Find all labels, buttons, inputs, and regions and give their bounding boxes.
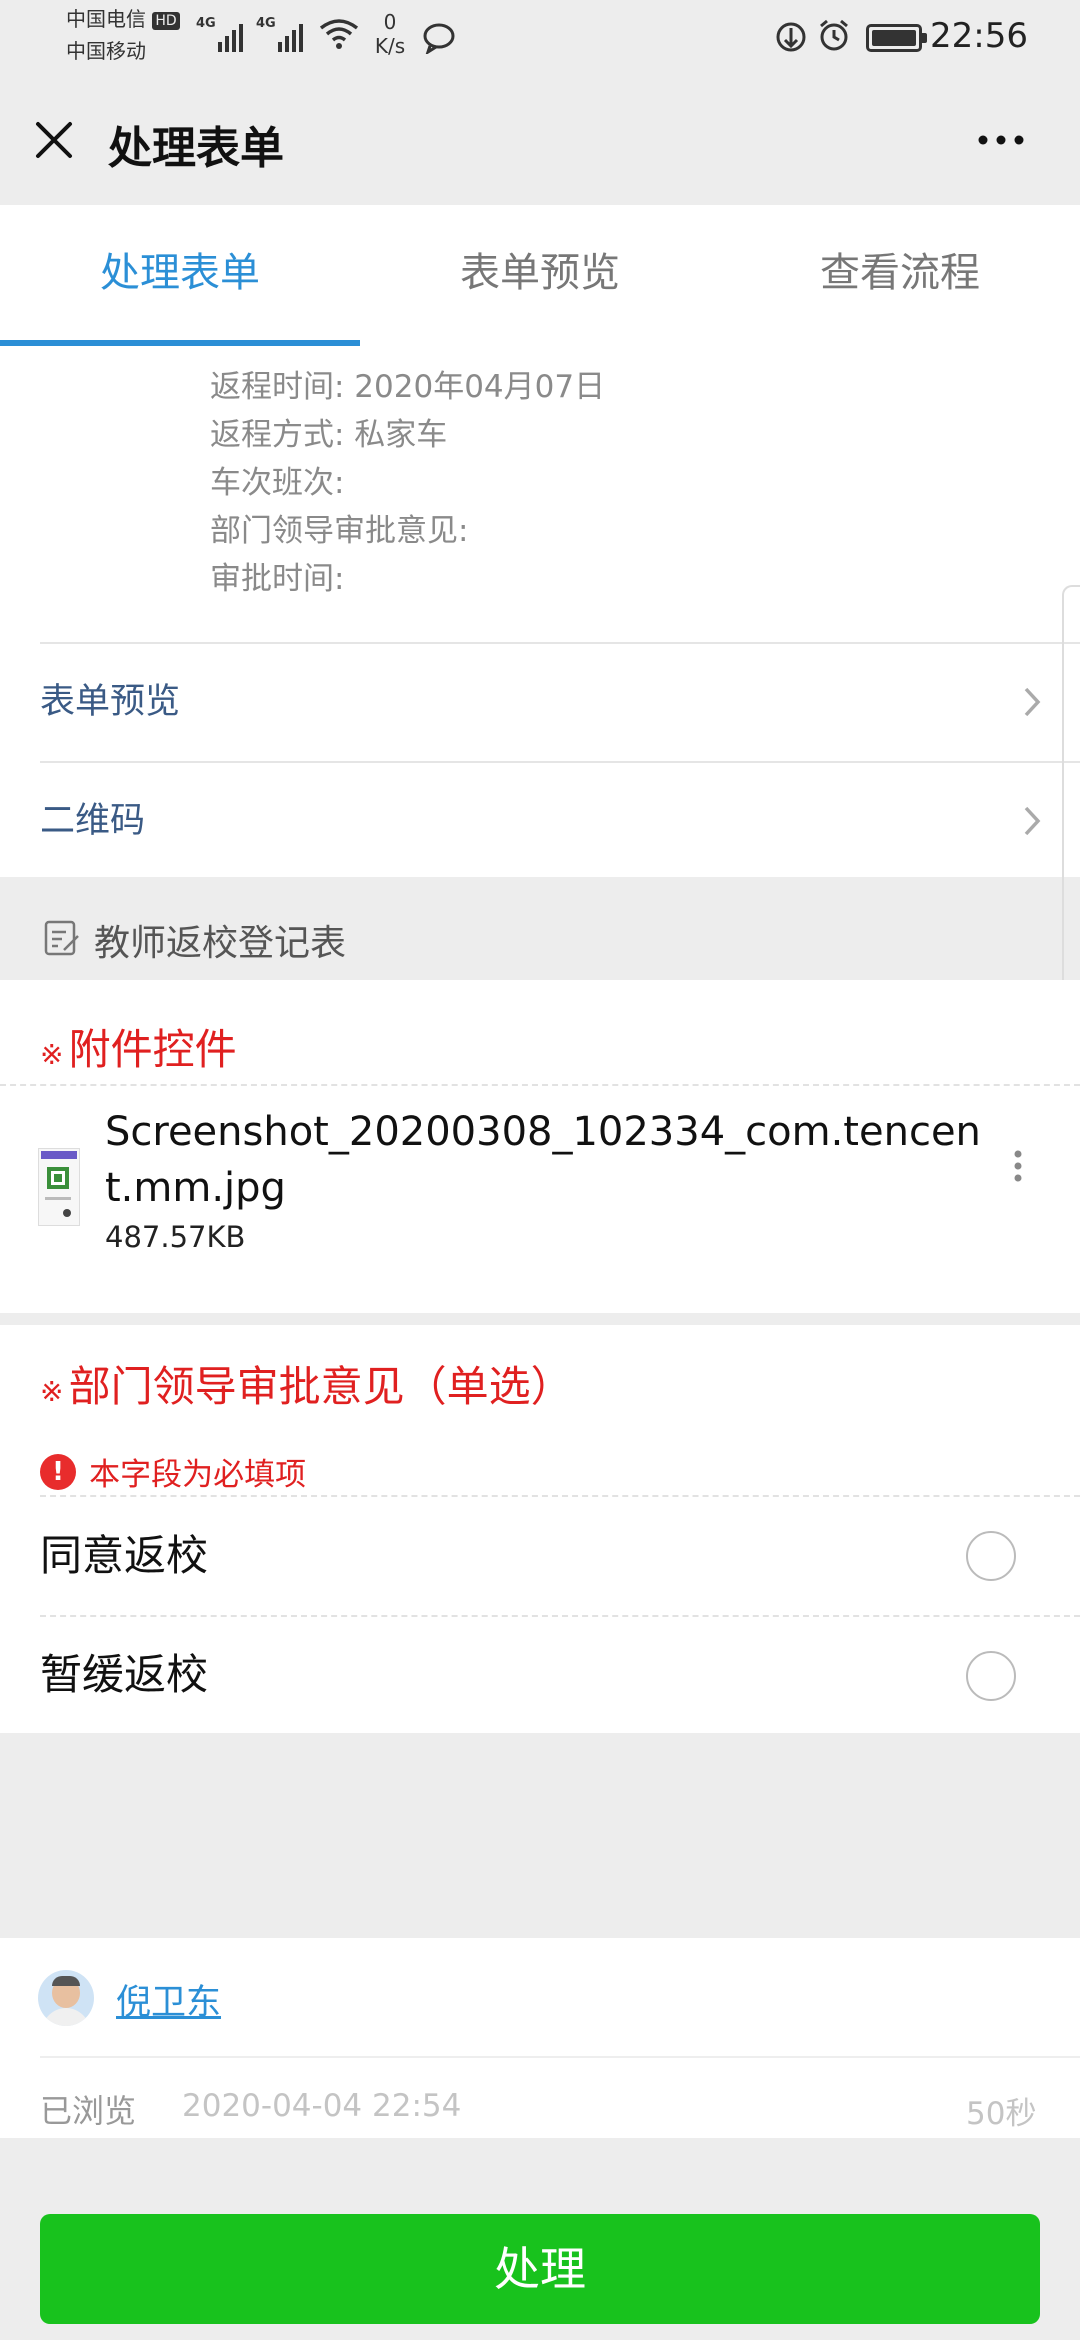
tab-process-form[interactable]: 处理表单 bbox=[0, 205, 360, 347]
viewer-name-link[interactable]: 倪卫东 bbox=[116, 1974, 221, 2025]
signal-icon-2: 4G bbox=[256, 16, 312, 52]
tab-bar: 处理表单 表单预览 查看流程 bbox=[0, 205, 1080, 349]
network-speed: 0 K/s bbox=[374, 10, 406, 58]
approval-field: ※ 部门领导审批意见（单选） ! 本字段为必填项 同意返校 暂缓返校 bbox=[0, 1325, 1080, 1733]
info-train-number: 车次班次: bbox=[210, 465, 345, 501]
dashed-divider bbox=[0, 1084, 1080, 1086]
file-thumbnail[interactable] bbox=[38, 1148, 80, 1226]
radio-postpone[interactable] bbox=[966, 1651, 1016, 1701]
signal-icon-1: 4G bbox=[196, 16, 252, 52]
file-size: 487.57KB bbox=[105, 1220, 246, 1254]
chat-notification-icon bbox=[423, 23, 455, 54]
approval-label: 部门领导审批意见（单选） bbox=[68, 1362, 573, 1411]
section-title: 教师返校登记表 bbox=[94, 923, 347, 964]
qr-code-link[interactable]: 二维码 bbox=[0, 762, 1080, 880]
form-preview-label: 表单预览 bbox=[40, 682, 181, 722]
process-button[interactable]: 处理 bbox=[40, 2214, 1040, 2324]
radio-agree[interactable] bbox=[966, 1531, 1016, 1581]
carrier-2: 中国移动 bbox=[66, 39, 146, 63]
carrier-1: 中国电信 HD bbox=[66, 6, 180, 32]
validation-error: ! 本字段为必填项 bbox=[40, 1449, 306, 1494]
info-approval-time: 审批时间: bbox=[210, 561, 345, 597]
tab-view-workflow[interactable]: 查看流程 bbox=[720, 205, 1080, 347]
required-mark: ※ bbox=[40, 1375, 64, 1408]
carrier-1-name: 中国电信 bbox=[66, 7, 146, 31]
viewer-record: 倪卫东 已浏览 2020-04-04 22:54 50秒 bbox=[0, 1938, 1080, 2138]
data-saver-icon bbox=[776, 22, 806, 52]
app-header: 处理表单 bbox=[0, 76, 1080, 204]
option-postpone[interactable]: 暂缓返校 bbox=[0, 1617, 1080, 1733]
view-status: 已浏览 bbox=[40, 2092, 137, 2130]
attachment-label: 附件控件 bbox=[68, 1025, 237, 1074]
alarm-icon bbox=[820, 19, 848, 51]
page-title: 处理表单 bbox=[108, 123, 284, 174]
status-bar: 中国电信 HD 中国移动 4G 4G 0 K/s 22:56 bbox=[0, 0, 1080, 76]
attachment-field: ※ 附件控件 Screenshot_20200308_102334_com.te… bbox=[0, 980, 1080, 1313]
info-return-method: 返程方式: 私家车 bbox=[210, 417, 448, 453]
network-type-1: 4G bbox=[196, 16, 216, 31]
info-return-date: 返程时间: 2020年04月07日 bbox=[210, 369, 606, 405]
hd-badge: HD bbox=[152, 11, 180, 30]
option-agree-label: 同意返校 bbox=[40, 1531, 209, 1580]
status-time: 22:56 bbox=[930, 16, 1028, 56]
more-options-icon[interactable] bbox=[976, 132, 1026, 148]
chevron-right-icon bbox=[1024, 687, 1041, 717]
view-duration: 50秒 bbox=[966, 2096, 1037, 2132]
error-icon: ! bbox=[40, 1453, 76, 1490]
qr-code-label: 二维码 bbox=[40, 801, 146, 841]
required-mark: ※ bbox=[40, 1038, 64, 1071]
view-datetime: 2020-04-04 22:54 bbox=[182, 2088, 462, 2124]
chevron-right-icon bbox=[1024, 806, 1041, 836]
battery-icon bbox=[866, 24, 927, 52]
option-agree[interactable]: 同意返校 bbox=[0, 1497, 1080, 1615]
approval-label-row: ※ 部门领导审批意见（单选） bbox=[40, 1353, 573, 1414]
form-edit-icon bbox=[44, 920, 79, 956]
network-type-2: 4G bbox=[256, 16, 276, 31]
file-name[interactable]: Screenshot_20200308_102334_com.tencent.m… bbox=[105, 1104, 985, 1216]
form-preview-link[interactable]: 表单预览 bbox=[0, 643, 1080, 761]
close-icon[interactable] bbox=[32, 118, 76, 162]
form-summary-card: 返程时间: 2020年04月07日 返程方式: 私家车 车次班次: 部门领导审批… bbox=[0, 347, 1080, 877]
active-tab-indicator bbox=[0, 340, 360, 346]
wifi-icon bbox=[319, 19, 359, 49]
option-postpone-label: 暂缓返校 bbox=[40, 1650, 209, 1699]
divider bbox=[40, 2056, 1080, 2058]
file-more-icon[interactable] bbox=[1010, 1148, 1026, 1188]
tab-form-preview[interactable]: 表单预览 bbox=[360, 205, 720, 347]
side-scroll-handle[interactable] bbox=[1062, 585, 1080, 1005]
info-leader-opinion: 部门领导审批意见: bbox=[210, 513, 469, 549]
error-text: 本字段为必填项 bbox=[89, 1457, 307, 1493]
avatar[interactable] bbox=[38, 1970, 94, 2026]
attachment-label-row: ※ 附件控件 bbox=[40, 1016, 237, 1077]
